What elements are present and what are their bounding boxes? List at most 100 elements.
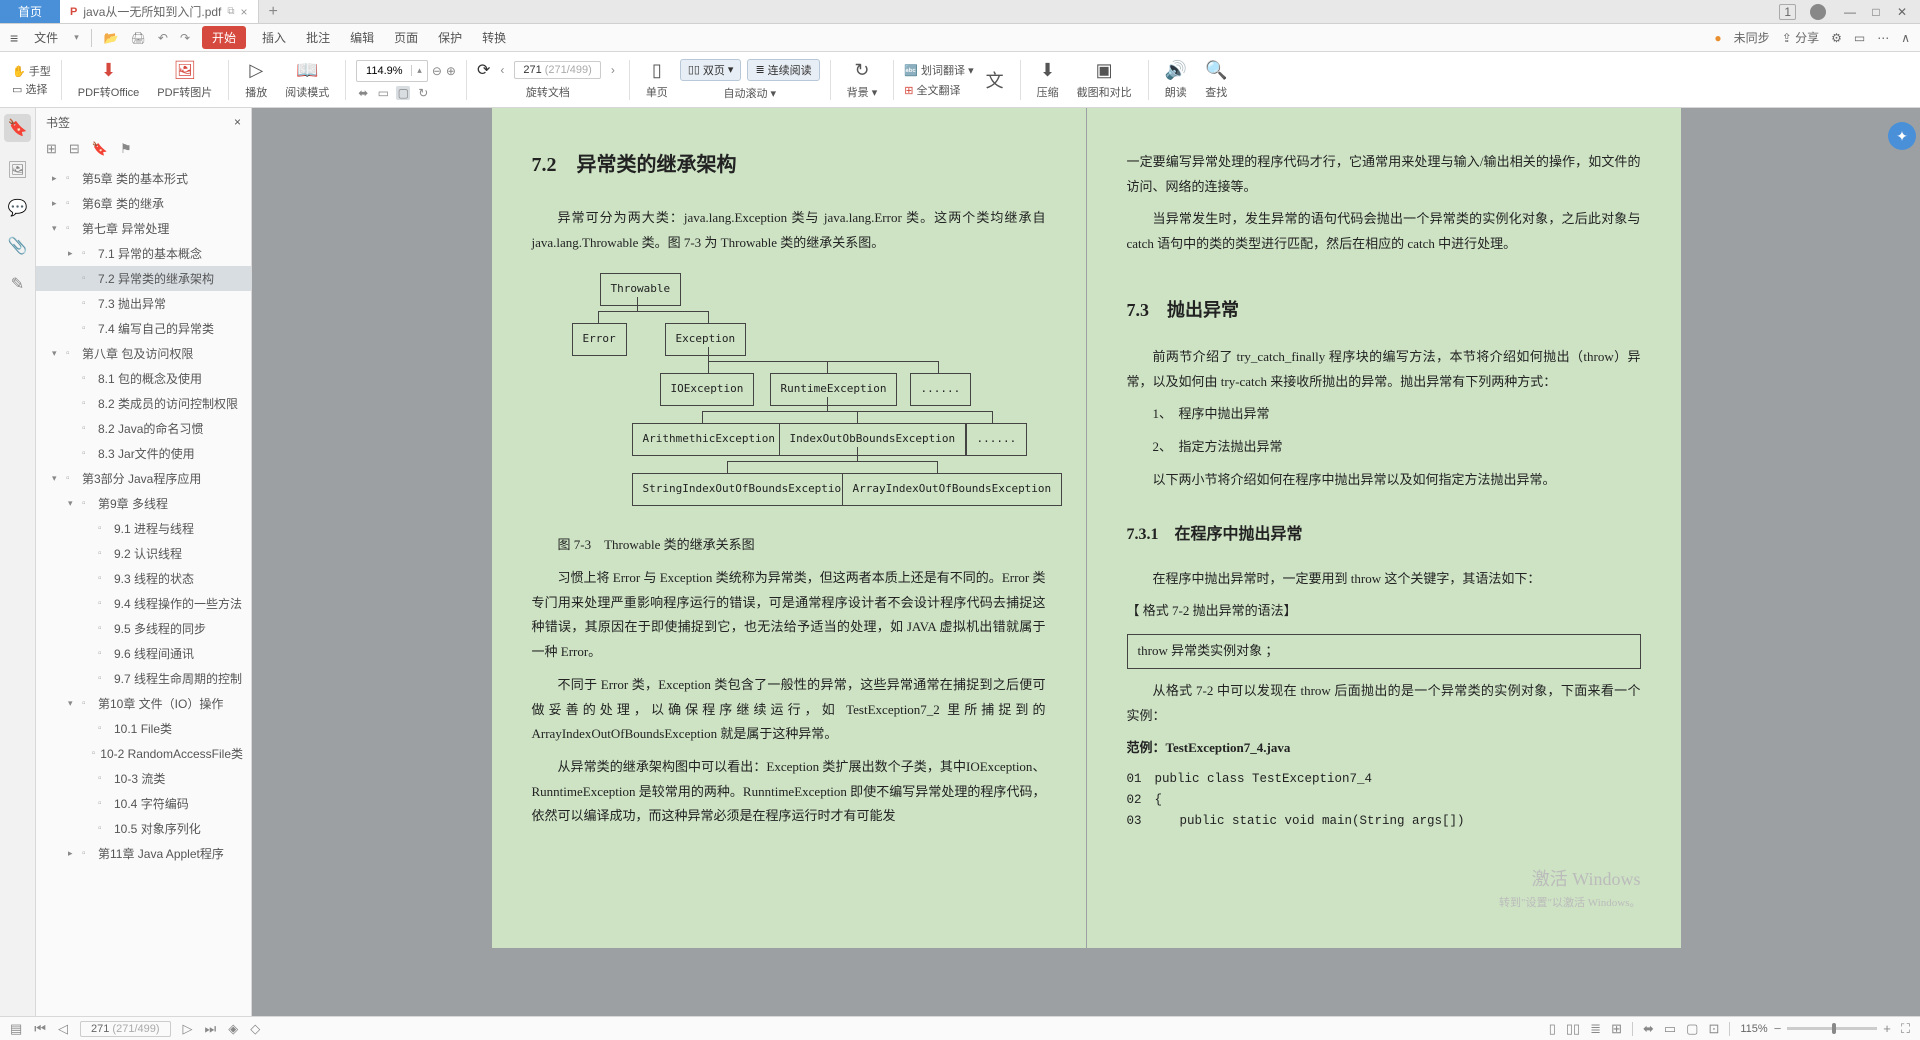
close-tab-icon[interactable]: × bbox=[241, 5, 248, 19]
prev-page-icon[interactable]: ‹ bbox=[496, 63, 508, 77]
zoom-in-status-icon[interactable]: + bbox=[1883, 1021, 1891, 1036]
bookmark-item[interactable]: ▫9.2 认识线程 bbox=[36, 541, 251, 566]
view4-icon[interactable]: ⊡ bbox=[1708, 1021, 1719, 1037]
bookmark-item[interactable]: ▫9.3 线程的状态 bbox=[36, 566, 251, 591]
menu-page[interactable]: 页面 bbox=[390, 29, 422, 46]
bookmark-toggle-icon[interactable]: ▾ bbox=[52, 223, 62, 234]
sidebar-toggle-icon[interactable]: ▤ bbox=[10, 1021, 22, 1037]
status-page-input[interactable]: 271 (271/499) bbox=[80, 1021, 171, 1037]
screenshot-compare-button[interactable]: ▣截图和对比 bbox=[1071, 60, 1138, 100]
bookmark-item[interactable]: ▫10-2 RandomAccessFile类 bbox=[36, 741, 251, 766]
layout3-icon[interactable]: ≣ bbox=[1590, 1021, 1601, 1037]
layout2-icon[interactable]: ▯▯ bbox=[1566, 1021, 1580, 1037]
bookmark-item[interactable]: ▫8.2 类成员的访问控制权限 bbox=[36, 391, 251, 416]
zoom-up-icon[interactable]: ▴ bbox=[412, 65, 427, 76]
fullscreen-icon[interactable]: ⛶ bbox=[1901, 1021, 1910, 1037]
maximize-icon[interactable]: □ bbox=[1866, 5, 1886, 19]
comment-panel-icon[interactable]: 💬 bbox=[8, 198, 28, 218]
bookmark-toggle-icon[interactable]: ▸ bbox=[52, 173, 62, 184]
fit-page-icon[interactable]: ▭ bbox=[376, 86, 390, 100]
menu-edit[interactable]: 编辑 bbox=[346, 29, 378, 46]
bookmark-toggle-icon[interactable]: ▾ bbox=[68, 498, 78, 509]
continuous-read-button[interactable]: ≣ 连续阅读 bbox=[747, 59, 819, 81]
menu-protect[interactable]: 保护 bbox=[434, 29, 466, 46]
tab-file[interactable]: P java从一无所知到入门.pdf ⧉ × bbox=[60, 0, 259, 23]
bookmark-toggle-icon[interactable]: ▾ bbox=[68, 698, 78, 709]
menu-start[interactable]: 开始 bbox=[202, 26, 246, 49]
single-page-button[interactable]: ▯单页 bbox=[640, 60, 674, 100]
open-icon[interactable]: 📂 bbox=[104, 31, 119, 45]
minimize-icon[interactable]: — bbox=[1840, 5, 1860, 19]
bookmark-item[interactable]: ▫7.3 抛出异常 bbox=[36, 291, 251, 316]
menu-annotate[interactable]: 批注 bbox=[302, 29, 334, 46]
new-tab-button[interactable]: + bbox=[259, 3, 288, 21]
view1-icon[interactable]: ⬌ bbox=[1643, 1021, 1654, 1037]
thumbnail-panel-icon[interactable]: 🖼 bbox=[7, 160, 27, 180]
sidebar-close-icon[interactable]: × bbox=[234, 115, 241, 129]
double-page-button[interactable]: ▯▯ 双页 ▾ bbox=[680, 59, 742, 81]
refresh-icon[interactable]: ↻ bbox=[416, 86, 430, 100]
background-button[interactable]: ↻背景 ▾ bbox=[841, 60, 884, 100]
document-viewport[interactable]: ✦ 7.2 异常类的继承架构 异常可分为两大类：java.lang.Except… bbox=[252, 108, 1920, 1016]
badge-icon[interactable]: 1 bbox=[1779, 4, 1796, 20]
share-icon[interactable]: ⇪ 分享 bbox=[1782, 29, 1819, 46]
marker2-icon[interactable]: ◇ bbox=[250, 1021, 260, 1037]
bookmark-item[interactable]: ▫9.4 线程操作的一些方法 bbox=[36, 591, 251, 616]
bookmark-item[interactable]: ▫8.3 Jar文件的使用 bbox=[36, 441, 251, 466]
pdf-to-office-button[interactable]: ⬇PDF转Office bbox=[72, 60, 146, 100]
window-icon[interactable]: ▭ bbox=[1854, 31, 1865, 45]
bookmark-item[interactable]: ▫9.7 线程生命周期的控制 bbox=[36, 666, 251, 691]
bookmark-item[interactable]: ▫7.2 异常类的继承架构 bbox=[36, 266, 251, 291]
bookmark-item[interactable]: ▫10.1 File类 bbox=[36, 716, 251, 741]
zoom-in-icon[interactable]: ⊕ bbox=[446, 64, 456, 78]
redo-icon[interactable]: ↷ bbox=[180, 31, 190, 45]
tts-button[interactable]: 🔊朗读 bbox=[1159, 60, 1193, 100]
settings-icon[interactable]: ⚙ bbox=[1831, 31, 1842, 45]
zoom-input[interactable] bbox=[357, 65, 411, 77]
compress-button[interactable]: ⬇压缩 bbox=[1031, 60, 1065, 100]
bookmark-item[interactable]: ▫9.6 线程间通讯 bbox=[36, 641, 251, 666]
collapse-all-icon[interactable]: ⊟ bbox=[69, 141, 80, 157]
menu-insert[interactable]: 插入 bbox=[258, 29, 290, 46]
pdf-to-image-button[interactable]: 🖼PDF转图片 bbox=[151, 60, 218, 100]
collapse-icon[interactable]: ∧ bbox=[1901, 31, 1910, 45]
status-zoom-value[interactable]: 115% bbox=[1740, 1023, 1767, 1035]
bookmark-item[interactable]: ▸▫第11章 Java Applet程序 bbox=[36, 841, 251, 866]
bookmark-item[interactable]: ▫10.4 字符编码 bbox=[36, 791, 251, 816]
assistant-badge-icon[interactable]: ✦ bbox=[1888, 122, 1916, 150]
print-icon[interactable]: 🖨 bbox=[131, 31, 146, 45]
chevron-down-icon[interactable]: ▾ bbox=[74, 32, 79, 43]
view2-icon[interactable]: ▭ bbox=[1664, 1021, 1676, 1037]
hamburger-icon[interactable]: ≡ bbox=[10, 30, 18, 46]
next-page-icon[interactable]: › bbox=[607, 63, 619, 77]
first-page-icon[interactable]: ⏮ bbox=[34, 1021, 46, 1037]
zoom-slider[interactable] bbox=[1787, 1027, 1877, 1030]
find-button[interactable]: 🔍查找 bbox=[1199, 60, 1233, 100]
zoom-input-group[interactable]: ▴ bbox=[356, 60, 428, 82]
more-icon[interactable]: ⋯ bbox=[1877, 31, 1889, 45]
attachment-panel-icon[interactable]: 📎 bbox=[8, 236, 28, 256]
bookmark-toggle-icon[interactable]: ▾ bbox=[52, 348, 62, 359]
view3-icon[interactable]: ▢ bbox=[1686, 1021, 1698, 1037]
sync-label[interactable]: 未同步 bbox=[1734, 29, 1770, 46]
expand-all-icon[interactable]: ⊞ bbox=[46, 141, 57, 157]
layout1-icon[interactable]: ▯ bbox=[1549, 1021, 1556, 1037]
bookmark-panel-icon[interactable]: 🔖 bbox=[4, 114, 32, 142]
autoscroll-button[interactable]: 自动滚动 ▾ bbox=[723, 85, 776, 101]
marker-icon[interactable]: ◈ bbox=[228, 1021, 238, 1037]
last-page-icon[interactable]: ⏭ bbox=[205, 1021, 217, 1037]
bookmark-toggle-icon[interactable]: ▾ bbox=[52, 473, 62, 484]
avatar-icon[interactable] bbox=[1810, 4, 1826, 20]
tab-home[interactable]: 首页 bbox=[0, 0, 60, 23]
select-tool[interactable]: ▭ 选择 bbox=[12, 81, 51, 97]
bookmark-item[interactable]: ▸▫第5章 类的基本形式 bbox=[36, 166, 251, 191]
bookmark-item[interactable]: ▫10-3 流类 bbox=[36, 766, 251, 791]
bookmark-item[interactable]: ▾▫第3部分 Java程序应用 bbox=[36, 466, 251, 491]
bookmark-item[interactable]: ▾▫第9章 多线程 bbox=[36, 491, 251, 516]
bookmark-item[interactable]: ▫7.4 编写自己的异常类 bbox=[36, 316, 251, 341]
bookmark-item[interactable]: ▸▫7.1 异常的基本概念 bbox=[36, 241, 251, 266]
bookmark-flag-icon[interactable]: ⚑ bbox=[120, 141, 132, 157]
bookmark-item[interactable]: ▫8.2 Java的命名习惯 bbox=[36, 416, 251, 441]
bookmark-item[interactable]: ▫8.1 包的概念及使用 bbox=[36, 366, 251, 391]
bookmark-item[interactable]: ▫9.1 进程与线程 bbox=[36, 516, 251, 541]
